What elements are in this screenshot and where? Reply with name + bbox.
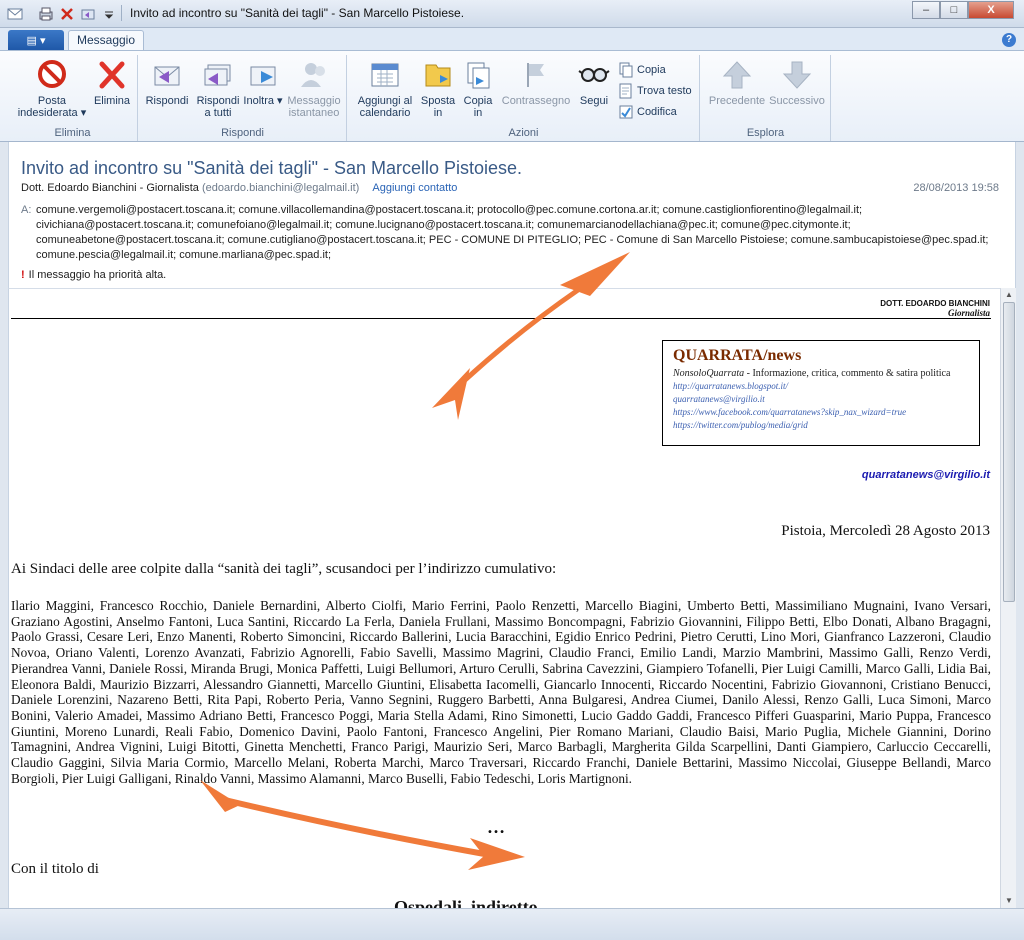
annotation-arrow-lower [200,780,525,870]
annotation-arrow-upper [432,252,630,420]
annotation-arrows [200,252,630,870]
